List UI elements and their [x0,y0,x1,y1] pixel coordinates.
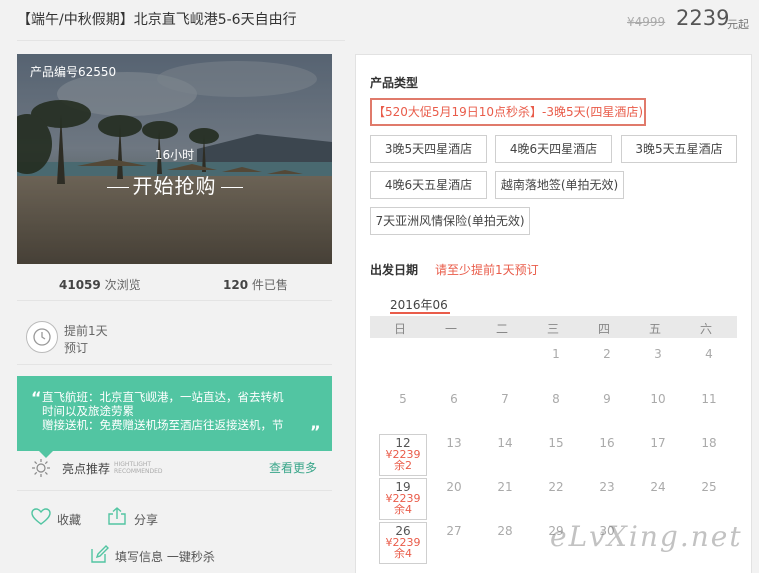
calendar-day: 22 [548,480,564,494]
calendar-day: 24 [650,480,666,494]
views-stat: 41059 次浏览 [59,276,141,293]
calendar-day: 17 [650,436,666,450]
calendar-day: 4 [705,347,713,361]
feature-highlights-box: “ 直飞航班：北京直飞岘港，一站直达，省去转机 时间以及旅途劳累 赠接送机：免费… [17,376,332,458]
calendar-day: 3 [654,347,662,361]
calendar-day: 11 [701,392,717,406]
share-button[interactable]: 分享 [134,511,158,528]
page-header: 【端午/中秋假期】北京直飞岘港5-6天自由行 ¥4999 2239 元起 [0,0,759,40]
see-more-link[interactable]: 查看更多 [269,459,317,476]
price-unit: 元起 [727,18,749,31]
sold-stat: 120 件已售 [223,276,288,293]
current-price: 2239 [676,6,730,30]
feature-pointer [39,451,53,458]
calendar-day: 25 [701,480,717,494]
day-remaining: 余4 [394,547,412,560]
calendar-day: 1 [552,347,560,361]
calendar-day: 28 [497,524,513,538]
close-quote-icon: ” [310,422,321,441]
hero-image[interactable]: 产品编号62550 16小时 开始抢购 [17,54,332,264]
highlight-sub2: RECOMMENDED [114,468,163,475]
booking-hint: 请至少提前1天预订 [435,263,539,277]
countdown-timer: 16小时 [154,148,195,162]
feature-text: 直飞航班：北京直飞岘港，一站直达，省去转机 时间以及旅途劳累 赠接送机：免费赠送… [42,390,312,432]
day-remaining: 余2 [394,459,412,472]
calendar-day: 10 [650,392,666,406]
clock-icon [26,321,58,353]
highlight-sub1: HIGHTLIGHT [114,461,152,468]
highlight-divider [17,490,332,491]
advance-line2: 预订 [64,341,89,355]
month-underline [390,312,450,314]
feature-line: 时间以及旅途劳累 [42,404,134,418]
weekday-header: 日 一 二 三 四 五 六 [370,316,737,338]
watermark: eLvXing.net [550,520,743,553]
calendar-day: 8 [552,392,560,406]
weekday-label: 二 [495,322,508,336]
feature-line: 赠接送机：免费赠送机场至酒店往返接送机，节 [42,418,284,432]
header-divider [17,40,345,41]
product-option[interactable]: 3晚5天五星酒店 [621,135,737,163]
calendar-day: 5 [399,392,407,406]
cta-text: 开始抢购 [132,174,217,198]
views-count: 41059 [59,278,101,292]
product-option[interactable]: 4晚6天五星酒店 [370,171,487,199]
product-option[interactable]: 3晚5天四星酒店 [370,135,487,163]
departure-title: 出发日期 [370,263,419,277]
calendar-month[interactable]: 2016年06 [390,296,448,313]
calendar-day: 21 [497,480,513,494]
product-option[interactable]: 越南落地签(单拍无效) [495,171,624,199]
calendar-day: 6 [450,392,458,406]
cta-dash-left [106,187,129,188]
sold-label: 件已售 [251,278,288,292]
highlight-subtitle: HIGHTLIGHT RECOMMENDED [114,461,163,475]
favorite-button[interactable]: 收藏 [57,511,81,528]
weekday-label: 四 [597,322,610,336]
calendar-day: 9 [603,392,611,406]
calendar-day: 20 [446,480,462,494]
open-quote-icon: “ [31,388,42,407]
calendar-day: 13 [446,436,462,450]
edit-icon[interactable] [89,544,109,564]
calendar-day: 18 [701,436,717,450]
advance-divider [17,364,332,365]
heart-icon[interactable] [31,507,51,527]
calendar-day-available[interactable]: 12 ¥2239 余2 [379,434,427,476]
calendar-day: 16 [599,436,615,450]
calendar-day: 27 [446,524,462,538]
calendar-day: 23 [599,480,615,494]
sun-icon [32,459,50,477]
advance-line1: 提前1天 [64,324,108,338]
views-label: 次浏览 [104,278,141,292]
original-price: ¥4999 [627,15,666,29]
calendar-day: 7 [501,392,509,406]
advance-booking-text: 提前1天 预订 [64,323,108,357]
product-option-selected[interactable]: 【520大促5月19日10点秒杀】-3晚5天(四星酒店) [370,98,646,126]
highlight-label: 亮点推荐 [62,462,111,476]
stats-divider [17,300,332,301]
weekday-label: 日 [393,322,406,336]
product-option[interactable]: 7天亚洲风情保险(单拍无效) [370,207,530,235]
sold-count: 120 [223,278,249,292]
product-option[interactable]: 4晚6天四星酒店 [495,135,612,163]
calendar-day-available[interactable]: 19 ¥2239 余4 [379,478,427,520]
product-code: 产品编号62550 [30,65,117,79]
feature-line: 直飞航班：北京直飞岘港，一站直达，省去转机 [42,390,284,404]
page-title: 【端午/中秋假期】北京直飞岘港5-6天自由行 [17,12,297,28]
weekday-label: 五 [648,322,661,336]
weekday-label: 六 [699,322,712,336]
day-remaining: 余4 [394,503,412,516]
share-icon[interactable] [107,506,127,526]
weekday-label: 一 [444,322,457,336]
calendar-day: 15 [548,436,564,450]
calendar-day: 2 [603,347,611,361]
cta-dash-right [220,187,243,188]
fill-info-button[interactable]: 填写信息 一键秒杀 [115,548,215,565]
calendar-day: 14 [497,436,513,450]
product-type-title: 产品类型 [370,76,419,90]
calendar-day-available[interactable]: 26 ¥2239 余4 [379,522,427,564]
weekday-label: 三 [546,322,559,336]
start-buying-label[interactable]: 开始抢购 [17,170,332,199]
